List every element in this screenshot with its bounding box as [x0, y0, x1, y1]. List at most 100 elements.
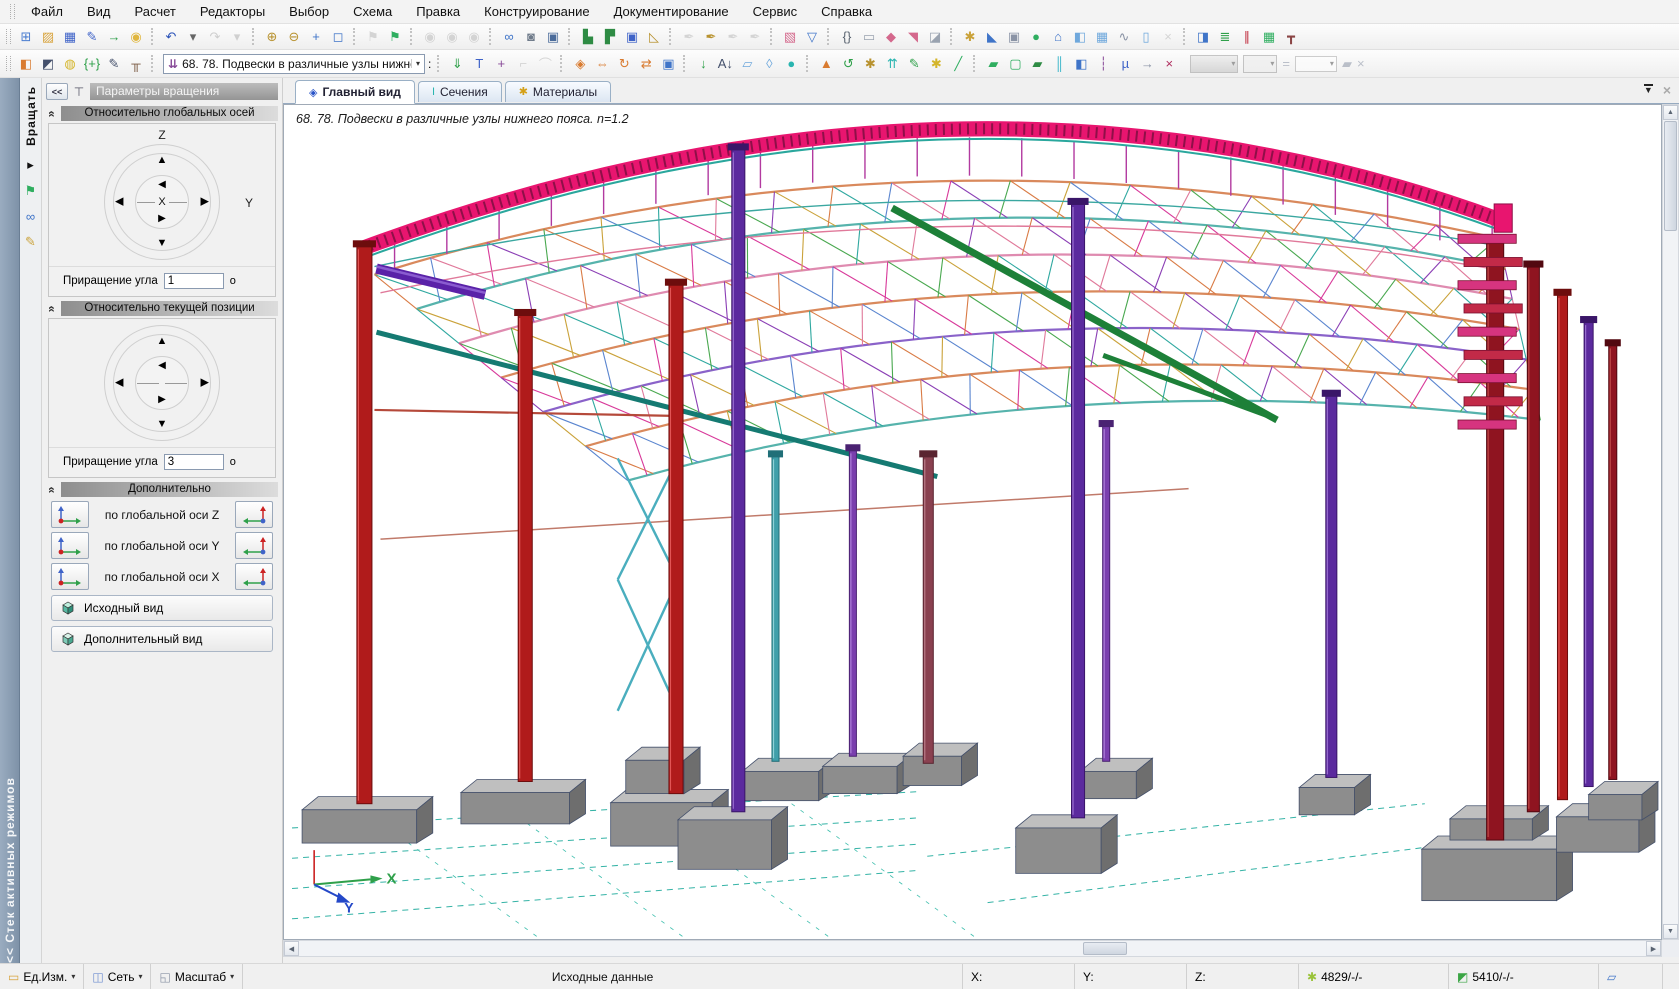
select-poly-icon[interactable]: ◆ [881, 27, 901, 47]
horizontal-scrollbar[interactable]: ◀ ▶ [283, 940, 1662, 957]
add-plate-icon[interactable]: ◧ [1070, 27, 1090, 47]
initial-view-button[interactable]: Исходный вид [51, 595, 273, 621]
rotate-ccw-button[interactable]: ◀ [158, 180, 166, 190]
rotate-cw-button[interactable]: ▶ [158, 395, 166, 405]
add-spiral-icon[interactable]: ∿ [1114, 27, 1134, 47]
clear-selection-icon[interactable]: ◪ [925, 27, 945, 47]
close-view-button[interactable]: × [1663, 82, 1671, 98]
cone-icon[interactable]: ▲ [816, 54, 836, 74]
scroll-right-button[interactable]: ▶ [1646, 941, 1661, 956]
balls-icon[interactable]: ● [781, 54, 801, 74]
fragment-cube-icon[interactable]: ◧ [16, 54, 36, 74]
menu-item[interactable]: Выбор [277, 2, 341, 21]
pen-1-icon[interactable]: ✒ [679, 27, 699, 47]
undo-icon[interactable]: ↶ [161, 27, 181, 47]
zoom-out-icon[interactable]: ⊖ [284, 27, 304, 47]
translate-icon[interactable]: ⇔ [592, 54, 612, 74]
rotate-elements-icon[interactable]: ↻ [614, 54, 634, 74]
node-load-icon[interactable]: ✱ [860, 54, 880, 74]
move-node-icon[interactable]: ◣ [982, 27, 1002, 47]
axis-orientation-left-button[interactable] [51, 563, 89, 590]
plane2-green-icon[interactable]: ▰ [1027, 54, 1047, 74]
pattern-preview-combo[interactable]: ▾ [1243, 55, 1277, 73]
rotate-up-button[interactable]: ▲ [155, 153, 170, 168]
loads-diagram-icon[interactable]: ▛ [600, 27, 620, 47]
tab-materials[interactable]: ✱ Материалы [505, 81, 611, 102]
redo-caret-icon[interactable]: ▾ [227, 27, 247, 47]
dim-vertical-icon[interactable]: ┆ [1093, 54, 1113, 74]
menu-item[interactable]: Расчет [123, 2, 188, 21]
sort-az-icon[interactable]: A↓ [715, 54, 735, 74]
rotate-down-button[interactable]: ▼ [155, 417, 170, 432]
matrix-preview-combo[interactable]: ▾ [1190, 55, 1238, 73]
redo-icon[interactable]: ↷ [205, 27, 225, 47]
tower-icon[interactable]: ╥ [126, 54, 146, 74]
horizontal-scroll-thumb[interactable] [1083, 942, 1127, 955]
undo-caret-icon[interactable]: ▾ [183, 27, 203, 47]
collapse-section-icon[interactable]: « [45, 484, 59, 496]
towers-cyan-icon[interactable]: ║ [1049, 54, 1069, 74]
rotate-right-button[interactable]: ▶ [199, 376, 211, 391]
node-star-icon[interactable]: ✱ [926, 54, 946, 74]
eraser-icon[interactable]: ▭ [859, 27, 879, 47]
axis-orientation-right-button[interactable] [235, 563, 273, 590]
beam-gray-icon[interactable]: ⌐ [513, 54, 533, 74]
assembly-icon[interactable]: ◩ [38, 54, 58, 74]
menu-item[interactable]: Редакторы [188, 2, 277, 21]
add-mesh-icon[interactable]: ▦ [1092, 27, 1112, 47]
rotate-circle-icon[interactable]: ↺ [838, 54, 858, 74]
tab-main-view[interactable]: ◈ Главный вид [295, 80, 415, 104]
rotate-left-button[interactable]: ◀ [113, 376, 125, 391]
combo-caret-icon[interactable]: ▾ [411, 59, 420, 68]
delete-icon[interactable]: × [1158, 27, 1178, 47]
vertical-scroll-thumb[interactable] [1664, 121, 1677, 231]
stiffness-chart-icon[interactable]: µ [1115, 54, 1135, 74]
scroll-up-button[interactable]: ▲ [1663, 105, 1678, 120]
menu-item[interactable]: Правка [404, 2, 472, 21]
restore-fragment-icon[interactable]: ⚑ [385, 27, 405, 47]
selection-pen-icon[interactable]: ✎ [25, 234, 37, 250]
fragment-flags-icon[interactable]: ⚑ [25, 183, 37, 199]
axis-orientation-right-button[interactable] [235, 501, 273, 528]
axis-orientation-left-button[interactable] [51, 501, 89, 528]
select-section-icon[interactable]: ◥ [903, 27, 923, 47]
glasses-icon[interactable]: ∞ [499, 27, 519, 47]
pen-active-icon[interactable]: ✒ [701, 27, 721, 47]
rods-icon[interactable]: ∥ [1237, 27, 1257, 47]
increment-angle-input-current[interactable] [164, 454, 224, 470]
save-icon[interactable]: ▦ [60, 27, 80, 47]
group-select-icon[interactable]: {} [837, 27, 857, 47]
increment-angle-input-global[interactable] [164, 273, 224, 289]
ring-icon[interactable]: ◍ [60, 54, 80, 74]
glasses-mode-icon[interactable]: ∞ [25, 209, 37, 224]
scroll-down-button[interactable]: ▼ [1663, 924, 1678, 939]
add-rigid-icon[interactable]: ▱ [737, 54, 757, 74]
tab-sections[interactable]: I Сечения [418, 81, 502, 102]
axis-orientation-left-button[interactable] [51, 532, 89, 559]
mode-rotate-tab[interactable]: Вращать [24, 86, 38, 146]
rotate-up-button[interactable]: ▲ [155, 334, 170, 349]
menu-item[interactable]: Схема [341, 2, 404, 21]
additional-view-button[interactable]: Дополнительный вид [51, 626, 273, 652]
measure-icon[interactable]: ◺ [644, 27, 664, 47]
pen-2-icon[interactable]: ✒ [723, 27, 743, 47]
active-mode-marker-icon[interactable]: ▸ [25, 157, 37, 173]
pin-icon[interactable]: ⊤ [72, 85, 86, 99]
plane-green-icon[interactable]: ▰ [983, 54, 1003, 74]
visibility-2-icon[interactable]: ◉ [442, 27, 462, 47]
copy-icon[interactable]: ▣ [1004, 27, 1024, 47]
collapse-section-icon[interactable]: « [45, 303, 59, 315]
rotate-left-button[interactable]: ◀ [113, 195, 125, 210]
tiles-blue-icon[interactable]: ◧ [1071, 54, 1091, 74]
zoom-window-icon[interactable]: ◻ [328, 27, 348, 47]
arc-bridge-icon[interactable]: ⌒ [535, 54, 555, 74]
net-selector[interactable]: ◫ Сеть ▾ [84, 964, 151, 989]
truss-loads-icon[interactable]: ⇈ [882, 54, 902, 74]
pack-scheme-icon[interactable]: ↓ [693, 54, 713, 74]
rotate-ccw-button[interactable]: ◀ [158, 361, 166, 371]
save-as-icon[interactable]: ✎ [82, 27, 102, 47]
panel-collapse-button[interactable]: << [46, 83, 68, 100]
fragment-flag-icon[interactable]: ⚑ [363, 27, 383, 47]
mesh-select-icon[interactable]: ▦ [1259, 27, 1279, 47]
rotate-cw-button[interactable]: ▶ [158, 214, 166, 224]
